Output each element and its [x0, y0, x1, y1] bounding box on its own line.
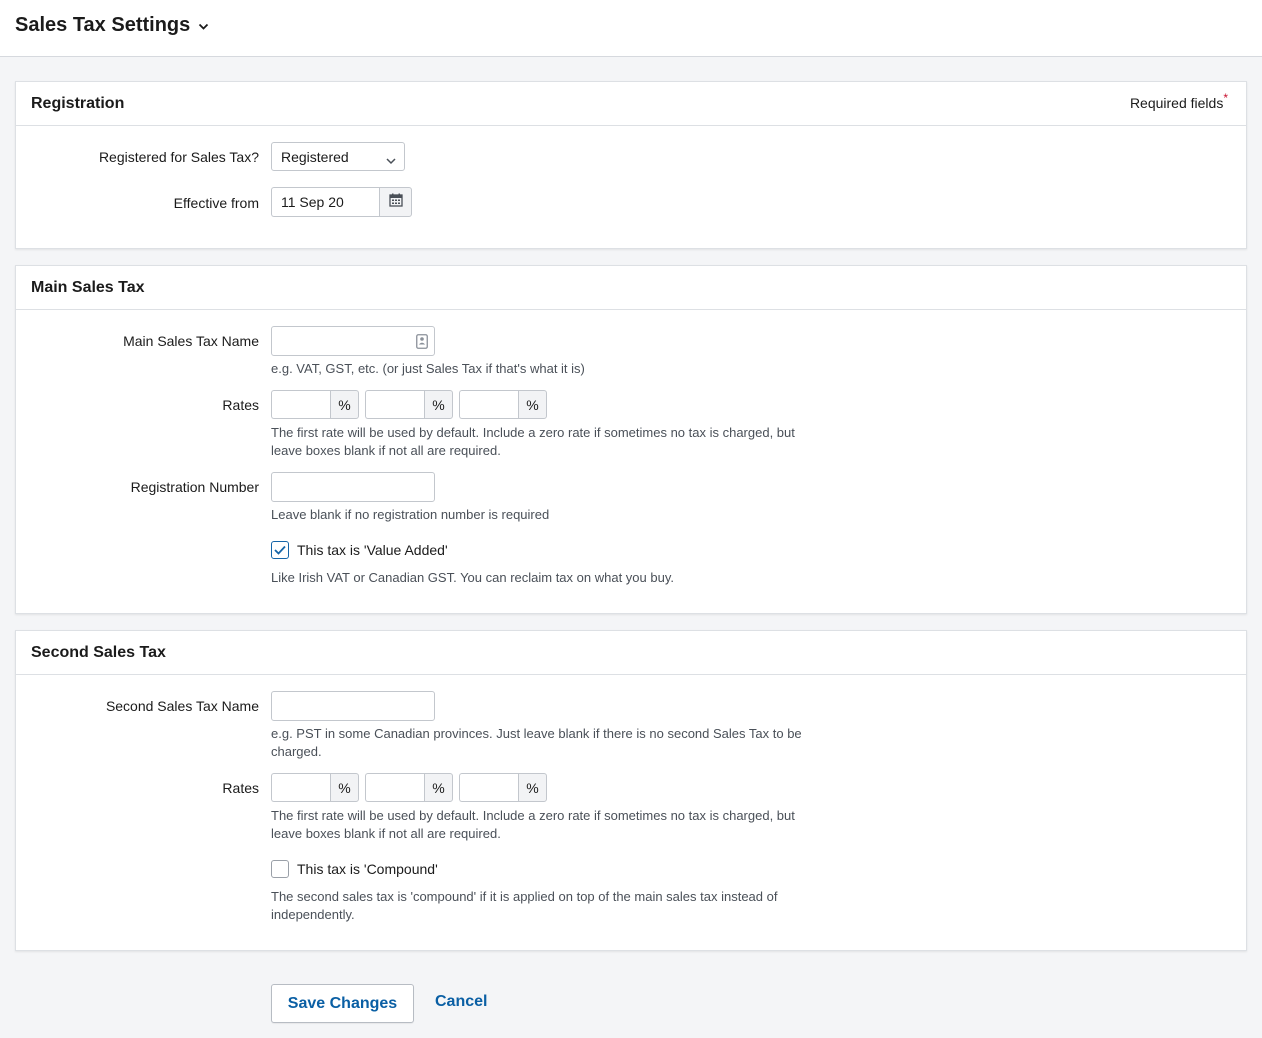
main-sales-tax-panel: Main Sales Tax Main Sales Tax Name e.g. … — [15, 265, 1247, 614]
required-fields-note: Required fields* — [1129, 91, 1228, 111]
main-rate-2-input[interactable] — [365, 390, 424, 419]
main-tax-name-help: e.g. VAT, GST, etc. (or just Sales Tax i… — [271, 361, 585, 376]
chevron-down-icon — [198, 14, 209, 37]
percent-addon: % — [330, 390, 359, 419]
registered-label: Registered for Sales Tax? — [98, 149, 259, 165]
percent-addon: % — [424, 390, 453, 419]
page-title: Sales Tax Settings — [15, 14, 191, 36]
main-rate-1-input[interactable] — [271, 390, 330, 419]
compound-option[interactable]: This tax is 'Compound' — [271, 860, 438, 878]
main-tax-name-label: Main Sales Tax Name — [123, 333, 259, 349]
main-rate-2: % — [365, 390, 453, 419]
calendar-icon — [388, 193, 403, 212]
main-rate-3-input[interactable] — [459, 390, 518, 419]
second-rate-2: % — [365, 773, 453, 802]
second-rate-1-input[interactable] — [271, 773, 330, 802]
calendar-button[interactable] — [379, 187, 412, 217]
value-added-option[interactable]: This tax is 'Value Added' — [271, 541, 448, 559]
registered-select[interactable]: Registered — [271, 142, 405, 171]
registration-number-help: Leave blank if no registration number is… — [271, 507, 550, 522]
second-rates-help: The first rate will be used by default. … — [271, 808, 795, 841]
registration-panel-header: Registration Required fields* — [16, 82, 1246, 126]
value-added-help: Like Irish VAT or Canadian GST. You can … — [271, 570, 674, 585]
check-icon — [274, 542, 286, 558]
second-tax-name-input[interactable] — [271, 691, 435, 721]
main-rates-group: % % % — [271, 390, 547, 419]
top-bar: Sales Tax Settings — [0, 0, 1262, 57]
page-title-dropdown[interactable]: Sales Tax Settings — [15, 14, 209, 37]
effective-from-label: Effective from — [173, 195, 259, 211]
second-sales-tax-panel-header: Second Sales Tax — [16, 631, 1246, 675]
second-tax-name-help: e.g. PST in some Canadian provinces. Jus… — [271, 726, 802, 759]
main-rate-3: % — [459, 390, 547, 419]
registration-panel: Registration Required fields* Registered… — [15, 81, 1247, 249]
second-rate-3-input[interactable] — [459, 773, 518, 802]
registration-title: Registration — [31, 95, 125, 112]
second-rate-1: % — [271, 773, 359, 802]
percent-addon: % — [330, 773, 359, 802]
main-sales-tax-title: Main Sales Tax — [31, 279, 145, 296]
contact-card-icon[interactable] — [416, 334, 428, 352]
second-sales-tax-panel: Second Sales Tax Second Sales Tax Name e… — [15, 630, 1247, 951]
required-fields-text: Required fields — [1129, 95, 1224, 111]
main-rate-1: % — [271, 390, 359, 419]
percent-addon: % — [518, 390, 547, 419]
cancel-link[interactable]: Cancel — [435, 993, 487, 1011]
second-rates-group: % % % — [271, 773, 547, 802]
registration-number-label: Registration Number — [130, 479, 259, 495]
second-tax-name-label: Second Sales Tax Name — [105, 698, 259, 714]
effective-from-input[interactable]: 11 Sep 20 — [271, 187, 379, 217]
compound-checkbox[interactable] — [271, 860, 289, 878]
percent-addon: % — [424, 773, 453, 802]
required-star: * — [1223, 91, 1228, 105]
second-sales-tax-title: Second Sales Tax — [31, 644, 166, 661]
second-rate-2-input[interactable] — [365, 773, 424, 802]
second-rates-label: Rates — [222, 780, 259, 796]
compound-help: The second sales tax is 'compound' if it… — [271, 889, 778, 922]
main-rates-label: Rates — [222, 397, 259, 413]
chevron-down-icon — [386, 152, 396, 168]
compound-label: This tax is 'Compound' — [297, 861, 438, 877]
main-tax-name-input[interactable] — [271, 326, 435, 356]
effective-from-date: 11 Sep 20 — [271, 187, 412, 217]
save-changes-button[interactable]: Save Changes — [271, 984, 414, 1023]
percent-addon: % — [518, 773, 547, 802]
main-rates-help: The first rate will be used by default. … — [271, 425, 795, 458]
second-rate-3: % — [459, 773, 547, 802]
registered-select-value: Registered — [281, 149, 349, 165]
value-added-label: This tax is 'Value Added' — [297, 542, 448, 558]
main-sales-tax-panel-header: Main Sales Tax — [16, 266, 1246, 310]
registration-number-input[interactable] — [271, 472, 435, 502]
value-added-checkbox[interactable] — [271, 541, 289, 559]
